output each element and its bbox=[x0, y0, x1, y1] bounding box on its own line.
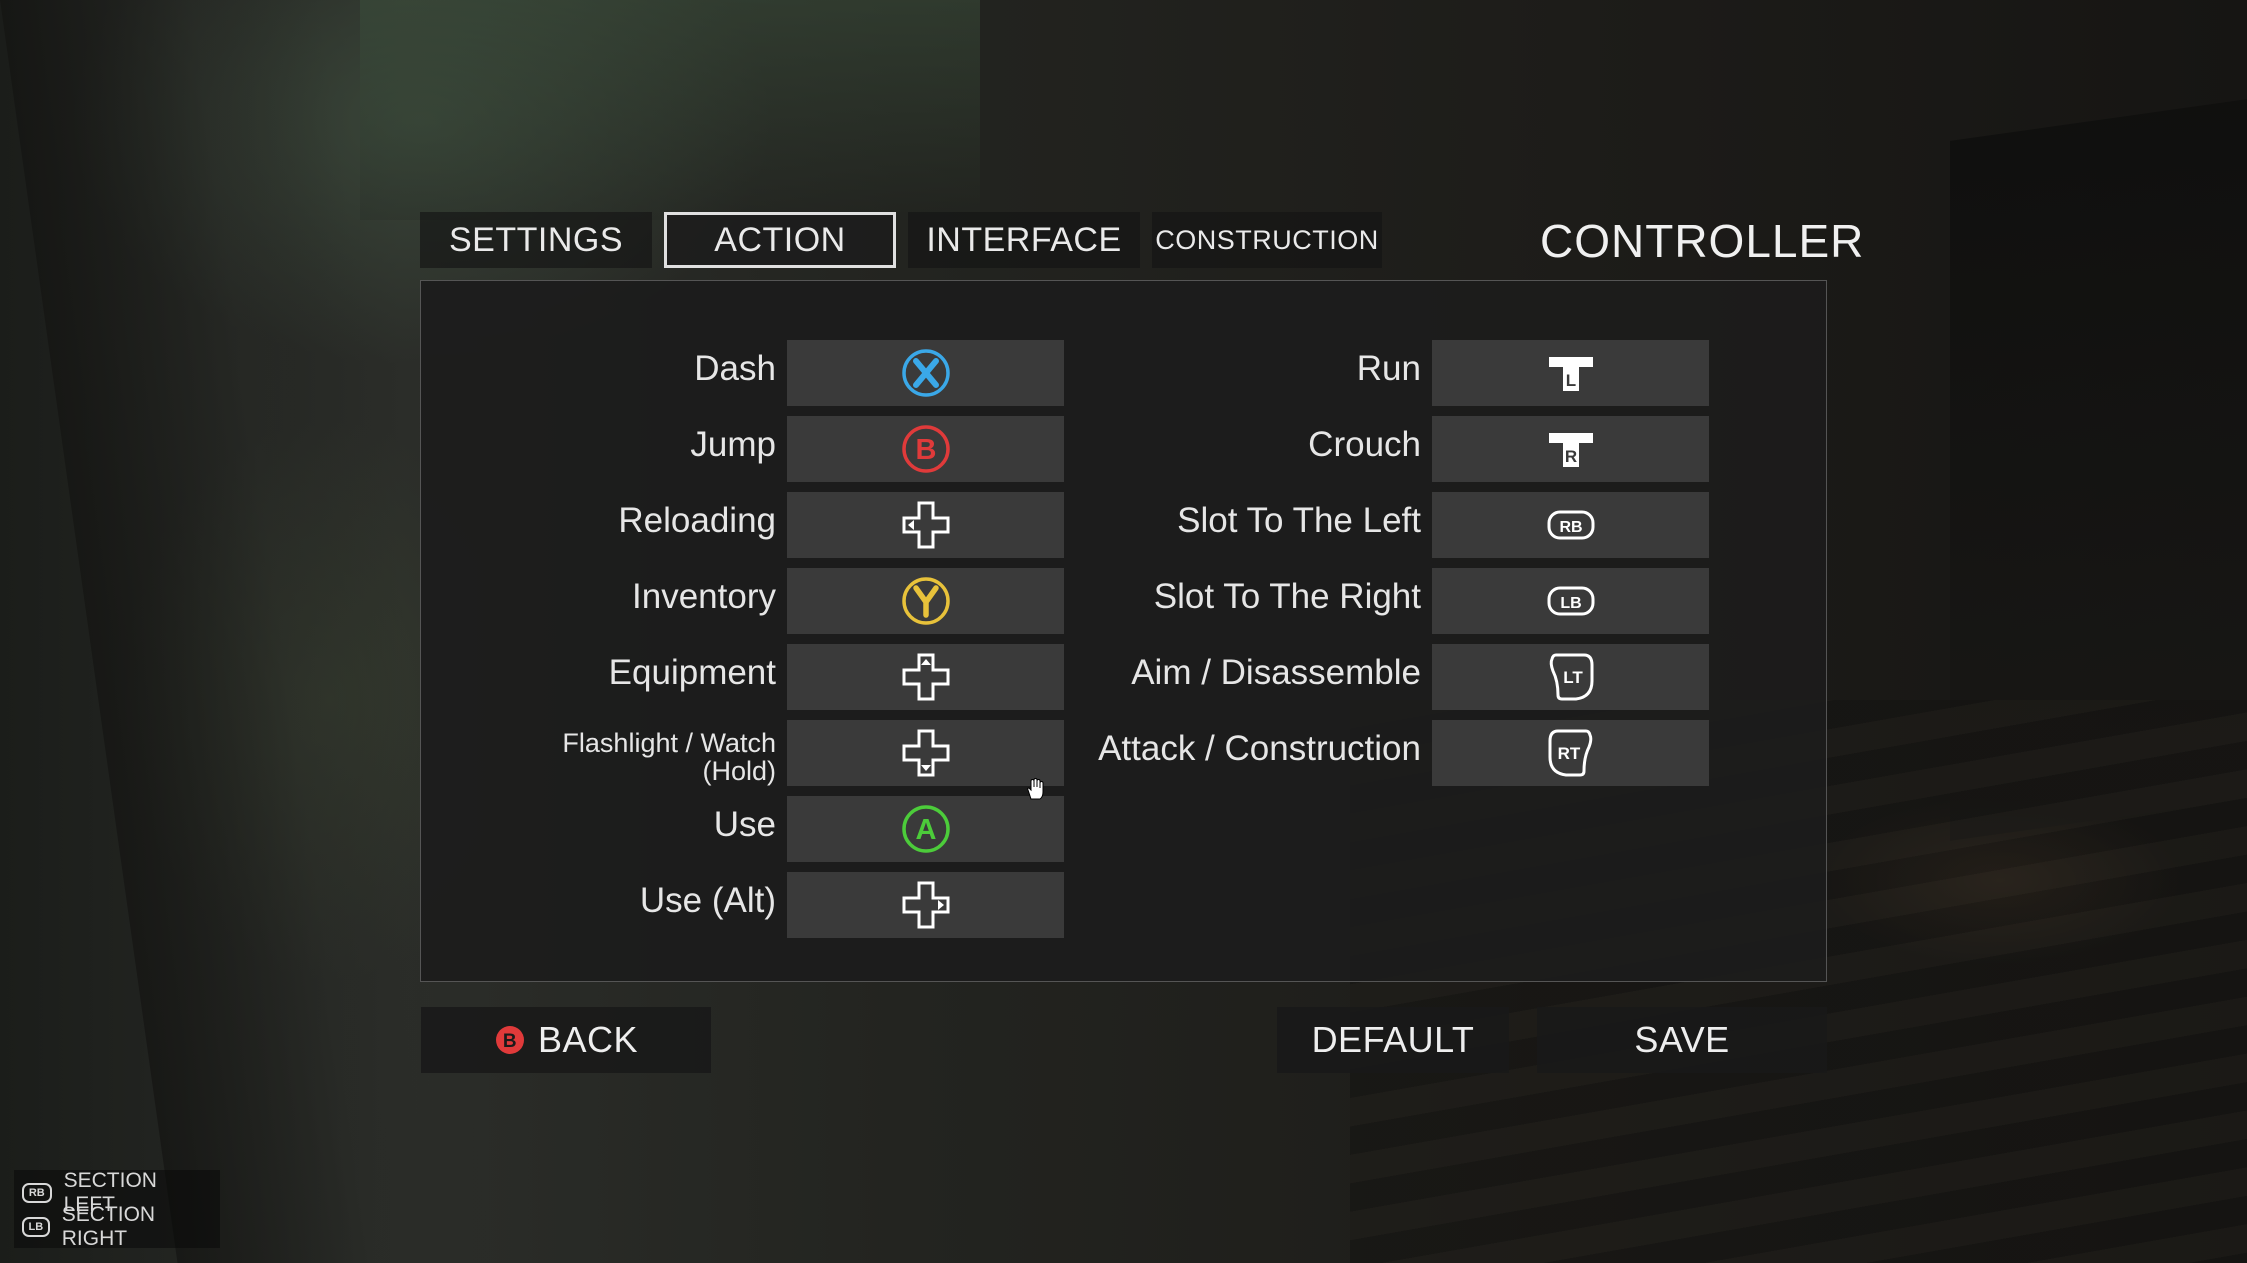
rb-button-icon: RB bbox=[1547, 510, 1594, 540]
binding-label-run: Run bbox=[1356, 349, 1421, 388]
binding-label-use-alt: Use (Alt) bbox=[639, 881, 776, 920]
tab-construction[interactable]: CONSTRUCTION bbox=[1152, 212, 1382, 268]
binding-label-equipment: Equipment bbox=[608, 653, 776, 692]
dpad-right-icon bbox=[902, 881, 949, 929]
lt-trigger-icon: LT bbox=[1549, 653, 1593, 701]
binding-label-crouch: Crouch bbox=[1308, 425, 1421, 464]
binding-label-use: Use bbox=[713, 805, 776, 844]
background-forest-window bbox=[360, 0, 980, 220]
section-hints: RB SECTION LEFT LB SECTION RIGHT bbox=[14, 1169, 220, 1250]
a-button-icon: A bbox=[901, 805, 950, 853]
binding-label-jump: Jump bbox=[690, 425, 776, 464]
svg-text:LB: LB bbox=[1560, 595, 1581, 612]
svg-text:RB: RB bbox=[1559, 519, 1582, 536]
lb-button-icon: LB bbox=[1547, 586, 1594, 616]
x-button-icon bbox=[901, 349, 950, 397]
y-button-icon bbox=[901, 577, 950, 625]
binding-label-slot-right: Slot To The Right bbox=[1153, 577, 1421, 616]
back-button-glyph: B bbox=[503, 1031, 517, 1052]
back-button-label: BACK bbox=[537, 1019, 639, 1060]
default-button[interactable]: DEFAULT bbox=[1277, 1007, 1509, 1073]
svg-text:RT: RT bbox=[1557, 744, 1580, 763]
binding-label-reloading: Reloading bbox=[618, 501, 776, 540]
back-button[interactable]: B BACK bbox=[421, 1007, 711, 1073]
svg-text:LT: LT bbox=[1563, 668, 1583, 687]
svg-text:R: R bbox=[1564, 447, 1576, 466]
binding-label-inventory: Inventory bbox=[632, 577, 776, 616]
rb-button-icon: RB bbox=[22, 1183, 52, 1203]
svg-text:B: B bbox=[915, 434, 936, 466]
left-stick-icon: L bbox=[1548, 357, 1593, 391]
binding-label-flashlight: Flashlight / Watch (Hold) bbox=[562, 728, 776, 787]
hint-section-right: LB SECTION RIGHT bbox=[22, 1203, 212, 1250]
binding-use-alt[interactable] bbox=[787, 872, 1064, 938]
svg-text:A: A bbox=[915, 814, 936, 846]
tab-interface[interactable]: INTERFACE bbox=[908, 212, 1140, 268]
tab-action[interactable]: ACTION bbox=[664, 212, 896, 268]
dpad-left-icon bbox=[902, 501, 949, 549]
svg-text:L: L bbox=[1565, 371, 1575, 390]
bindings-panel: Dash Jump B Reloading Inventory Equipmen… bbox=[420, 280, 1827, 982]
binding-label-slot-left: Slot To The Left bbox=[1177, 501, 1421, 540]
right-stick-icon: R bbox=[1548, 433, 1593, 467]
binding-attack[interactable]: RT bbox=[1432, 720, 1709, 786]
dpad-up-icon bbox=[902, 653, 949, 701]
hand-cursor-icon bbox=[1025, 777, 1045, 805]
rt-trigger-icon: RT bbox=[1548, 729, 1592, 777]
binding-label-dash: Dash bbox=[694, 349, 776, 388]
b-button-icon: B bbox=[495, 1026, 524, 1054]
binding-label-attack: Attack / Construction bbox=[1098, 729, 1421, 768]
binding-crouch[interactable]: R bbox=[1432, 416, 1709, 482]
dpad-down-icon bbox=[902, 729, 949, 777]
binding-use[interactable]: A bbox=[787, 796, 1064, 862]
background-door bbox=[1950, 99, 2247, 841]
binding-slot-right[interactable]: LB bbox=[1432, 568, 1709, 634]
save-button[interactable]: SAVE bbox=[1537, 1007, 1827, 1073]
binding-slot-left[interactable]: RB bbox=[1432, 492, 1709, 558]
binding-label-aim: Aim / Disassemble bbox=[1131, 653, 1421, 692]
binding-aim[interactable]: LT bbox=[1432, 644, 1709, 710]
hint-label: SECTION RIGHT bbox=[61, 1203, 156, 1250]
binding-run[interactable]: L bbox=[1432, 340, 1709, 406]
b-button-icon: B bbox=[901, 425, 950, 473]
tab-settings[interactable]: SETTINGS bbox=[420, 212, 652, 268]
lb-button-icon: LB bbox=[22, 1217, 50, 1237]
section-title: CONTROLLER bbox=[1540, 215, 1865, 267]
tab-bar: SETTINGS ACTION INTERFACE CONSTRUCTION bbox=[420, 212, 1382, 268]
